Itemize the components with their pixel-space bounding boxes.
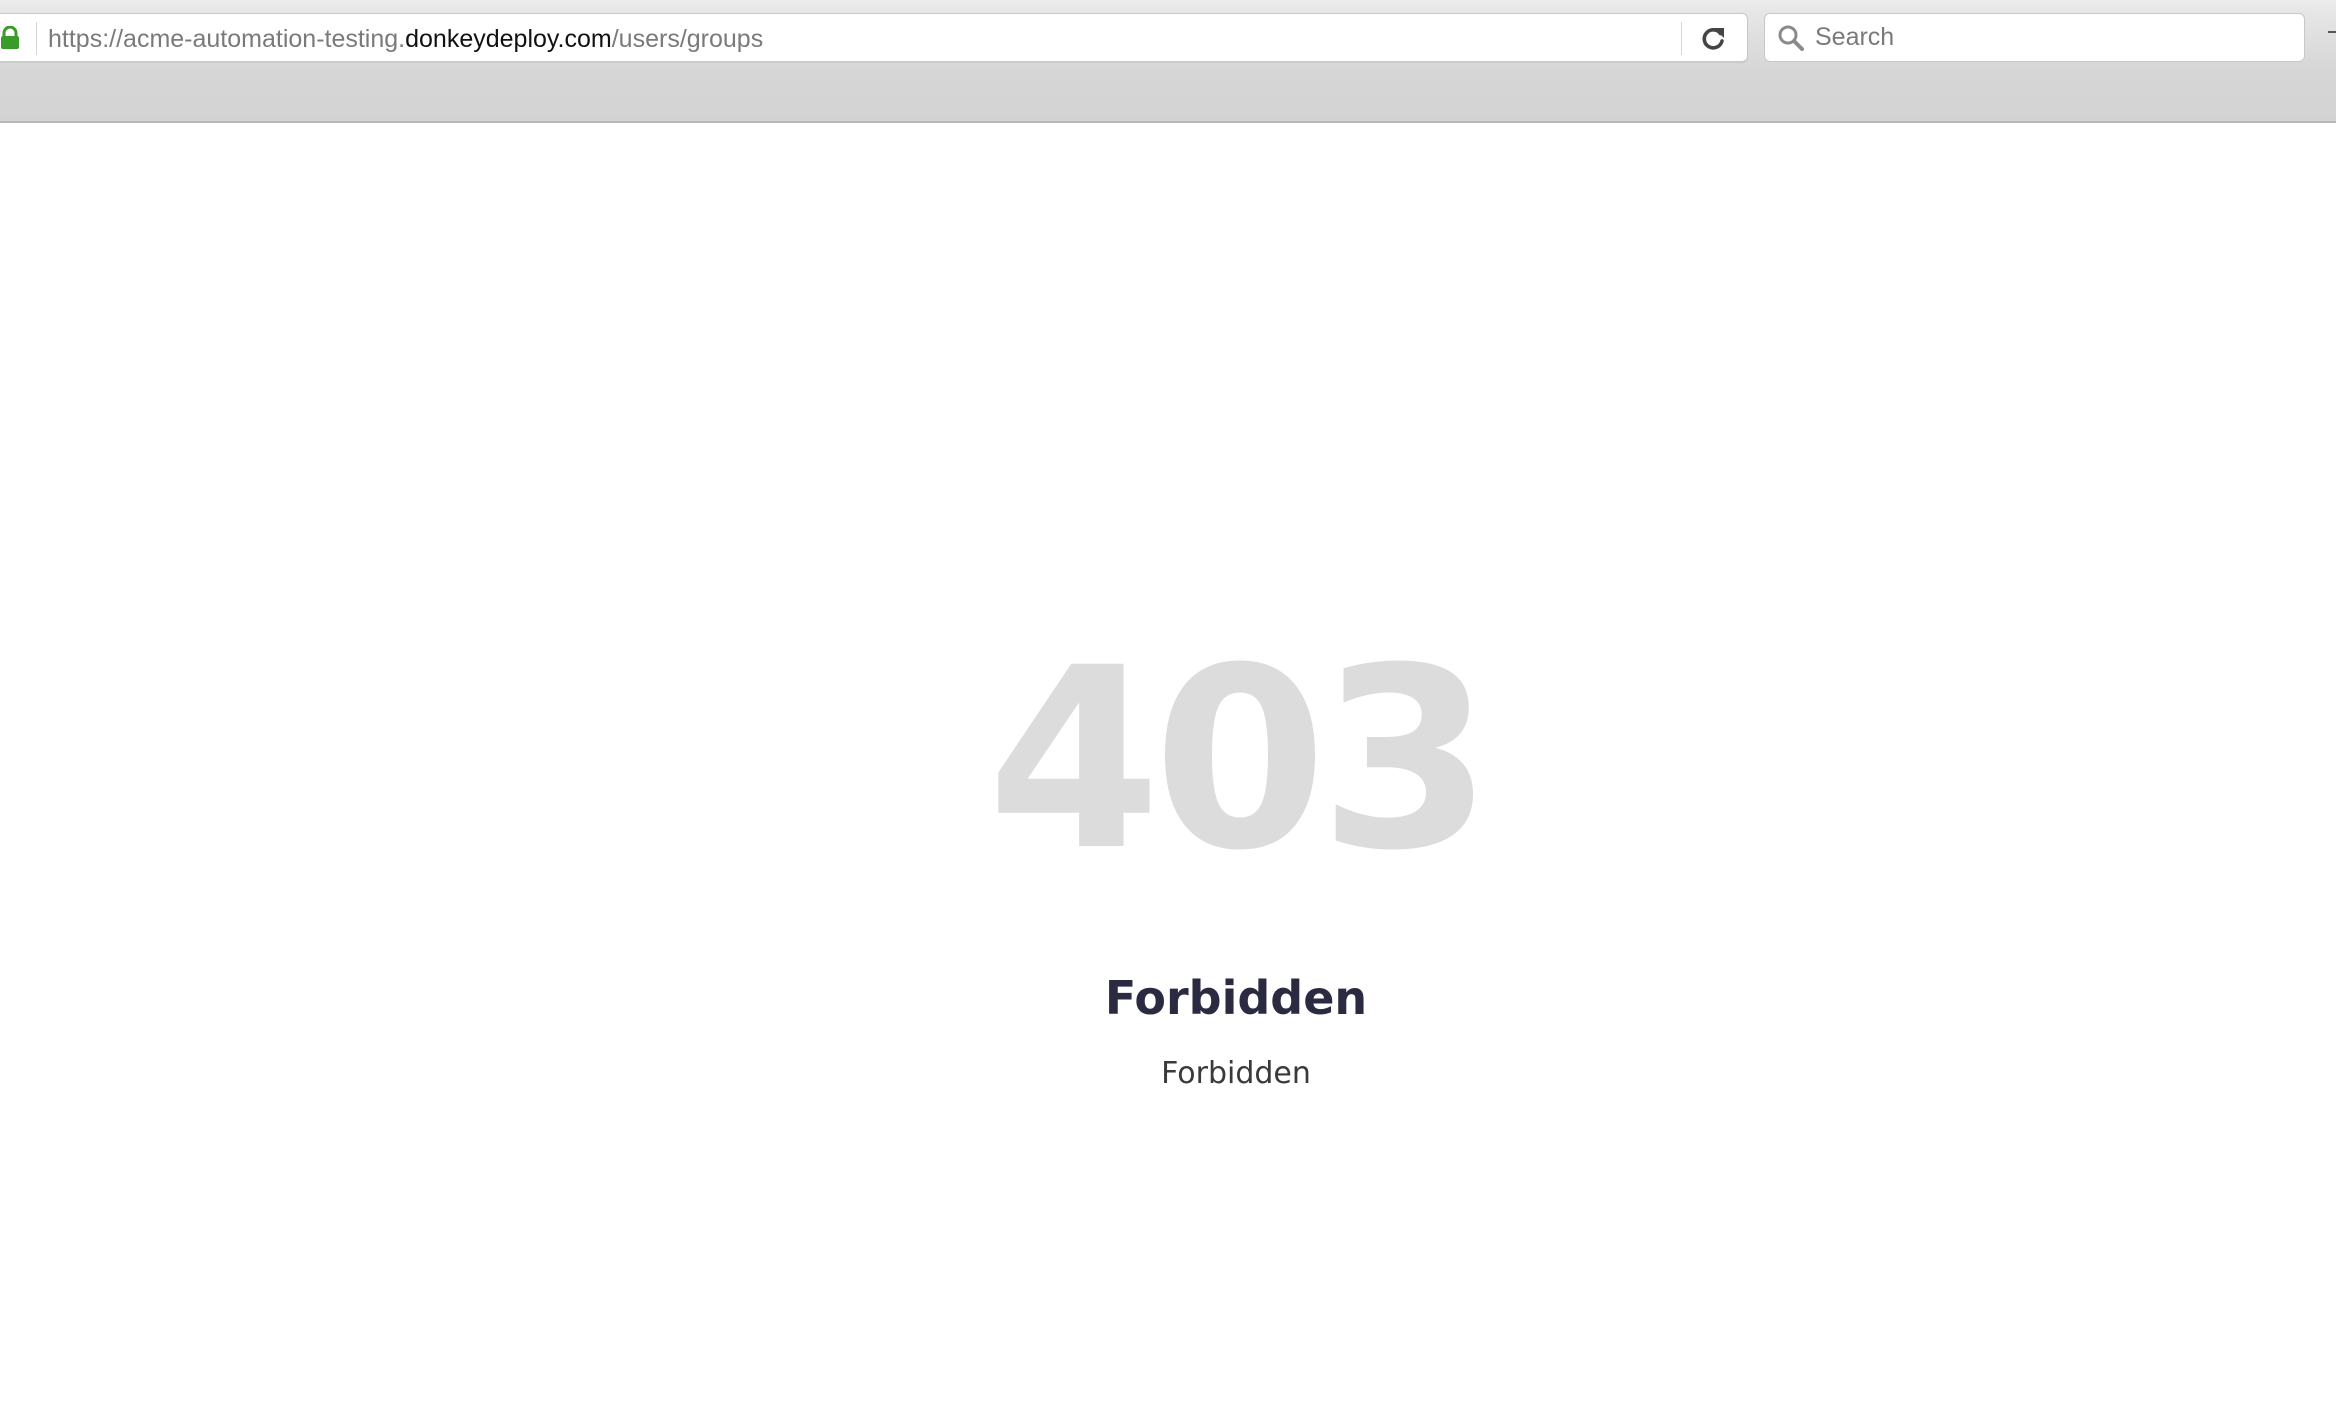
reload-icon[interactable] [1698,24,1728,54]
url-prefix: https://acme-automation-testing. [48,25,406,53]
url-text[interactable]: https://acme-automation-testing.donkeyde… [48,24,763,54]
search-icon [1777,24,1805,52]
lock-icon[interactable] [0,25,20,50]
error-message: Forbidden [1161,1056,1311,1091]
search-box[interactable] [1764,13,2305,62]
address-bar-divider [36,22,37,55]
url-path: /users/groups [611,25,764,53]
error-title: Forbidden [1104,971,1368,1025]
toolbar-overflow-icon[interactable] [2326,22,2336,42]
address-bar[interactable]: https://acme-automation-testing.donkeyde… [0,13,1748,62]
address-bar-divider [1681,22,1682,55]
search-input[interactable] [1815,20,2285,54]
browser-toolbar: https://acme-automation-testing.donkeyde… [0,0,2336,123]
url-domain: donkeydeploy.com [405,25,612,53]
error-code: 403 [987,614,1493,905]
